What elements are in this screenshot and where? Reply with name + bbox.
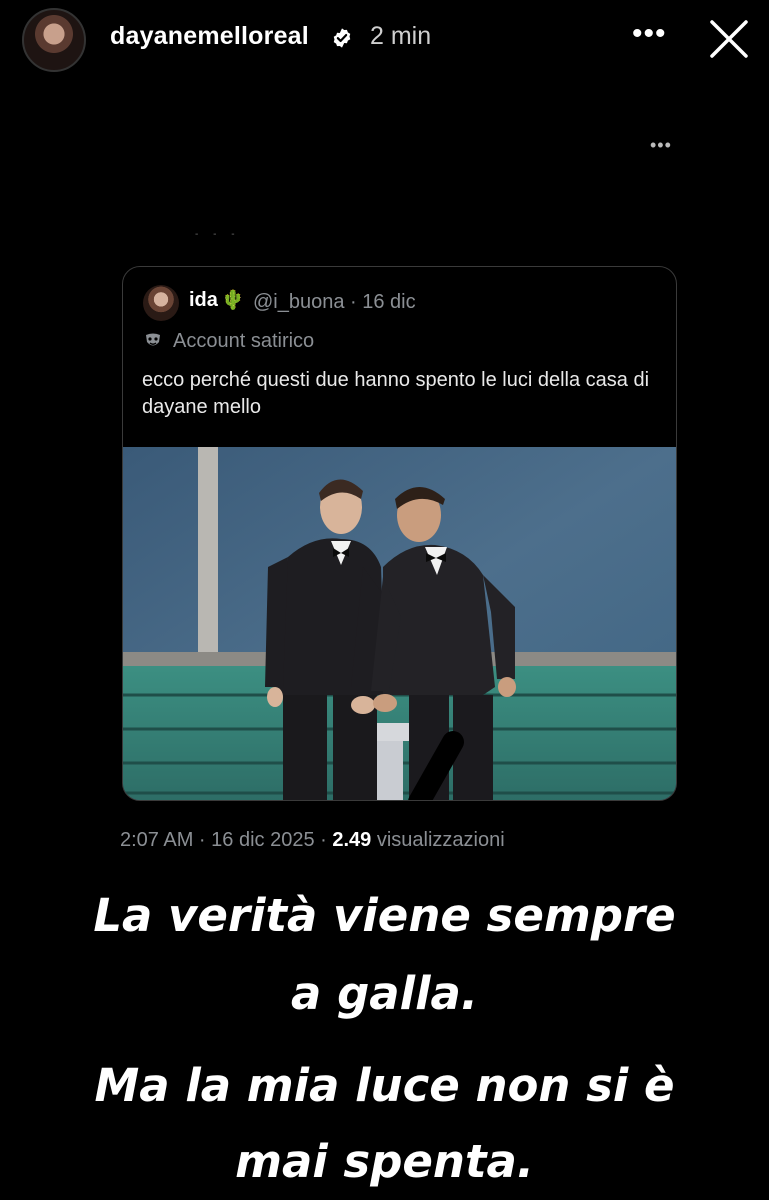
profile-avatar[interactable] bbox=[22, 8, 86, 72]
story-time-ago: 2 min bbox=[370, 22, 432, 50]
views-count: 2.49 bbox=[332, 829, 372, 851]
post-more-icon[interactable]: ••• bbox=[650, 135, 672, 156]
caption-line-4: mai spenta. bbox=[235, 1135, 534, 1188]
story-username[interactable]: dayanemelloreal bbox=[110, 22, 309, 51]
tweet-photo[interactable] bbox=[123, 447, 677, 801]
tweet-handle-date[interactable]: @i_buona · 16 dic bbox=[253, 291, 416, 314]
cactus-emoji-icon: 🌵 bbox=[221, 290, 245, 311]
views-label: visualizzazioni bbox=[371, 829, 505, 851]
verified-badge-icon bbox=[333, 28, 351, 48]
decorative-dots: - - - bbox=[195, 229, 241, 240]
caption-line-1: La verità viene sempre bbox=[93, 889, 676, 942]
caption-line-3: Ma la mia luce non si è bbox=[94, 1059, 675, 1112]
close-icon[interactable] bbox=[706, 16, 752, 62]
more-options-icon[interactable]: ••• bbox=[632, 19, 667, 49]
tweet-timestamp: 2:07 AM · 16 dic 2025 · bbox=[120, 829, 333, 851]
satirical-account-label: Account satirico bbox=[173, 330, 315, 352]
tweet-author-avatar[interactable] bbox=[143, 285, 179, 321]
satire-mask-icon bbox=[146, 333, 160, 346]
tweet-card[interactable]: ida 🌵 @i_buona · 16 dic Account satirico… bbox=[122, 266, 677, 801]
tweet-author-name[interactable]: ida bbox=[189, 289, 218, 312]
caption-line-2: a galla. bbox=[291, 967, 478, 1020]
tweet-meta: 2:07 AM · 16 dic 2025 · 2.49 visualizzaz… bbox=[120, 829, 505, 852]
tweet-text: ecco perché questi due hanno spento le l… bbox=[142, 369, 650, 418]
